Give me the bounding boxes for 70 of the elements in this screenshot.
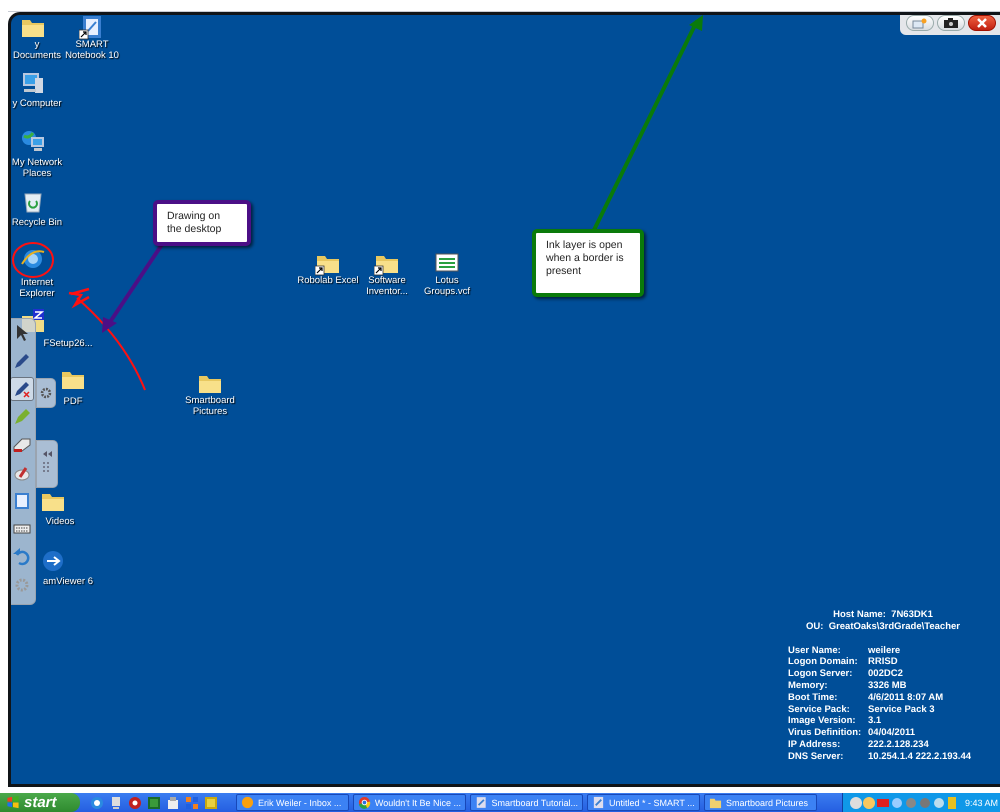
- icon-label[interactable]: Recycle Bin: [11, 217, 63, 228]
- icon-label[interactable]: FSetup26...: [38, 338, 98, 349]
- start-button[interactable]: start: [0, 793, 80, 812]
- settings-button[interactable]: [36, 378, 56, 408]
- info-label: Image Version:: [788, 715, 857, 728]
- mail-icon: [241, 796, 254, 809]
- info-label: Virus Definition:: [788, 727, 862, 739]
- icon-label[interactable]: SMART Notebook 10: [60, 39, 124, 61]
- info-value: RRISD: [868, 656, 899, 668]
- info-value: weilere: [868, 644, 902, 656]
- info-label: DNS Server:: [788, 750, 844, 763]
- host-name: Host Name: 7N63DK1: [832, 609, 934, 621]
- taskbar-button[interactable]: Erik Weiler - Inbox ...: [236, 794, 349, 811]
- browser-icon[interactable]: [90, 796, 104, 810]
- info-label: Logon Server:: [788, 668, 854, 680]
- pen-icon[interactable]: [11, 377, 34, 401]
- info-label: IP Address:: [788, 738, 842, 751]
- folder-icon: [709, 796, 722, 809]
- info-value: Service Pack 3: [868, 704, 936, 716]
- taskbar-button[interactable]: Wouldn't It Be Nice ...: [353, 794, 466, 811]
- browser-icon: [358, 796, 371, 809]
- callout: Drawing on the desktop: [153, 200, 251, 246]
- app-icon[interactable]: [166, 796, 180, 810]
- icon-label[interactable]: Smartboard Pictures: [178, 395, 242, 417]
- icon-label[interactable]: y Documents: [11, 39, 63, 61]
- icon-label[interactable]: Lotus Groups.vcf: [415, 275, 479, 297]
- close-icon: [976, 17, 988, 29]
- notebook-icon: [475, 796, 488, 809]
- info-label: User Name:: [788, 644, 842, 656]
- camera-button[interactable]: [937, 15, 965, 31]
- app-icon[interactable]: [204, 796, 218, 810]
- info-value: 04/04/2011: [868, 727, 916, 739]
- computer-icon[interactable]: [109, 796, 123, 810]
- collapse-toolbar-button[interactable]: [36, 440, 58, 488]
- info-value: 4/6/2011 8:07 AM: [868, 692, 944, 704]
- icon-label[interactable]: My Network Places: [11, 157, 63, 179]
- globe-computer-icon[interactable]: [20, 128, 46, 154]
- camera-icon: [943, 17, 959, 29]
- info-value: 3326 MB: [868, 680, 908, 692]
- window-star-icon: [912, 17, 928, 29]
- clock: 9:43 AM: [964, 798, 998, 808]
- info-label: Logon Domain:: [788, 656, 859, 668]
- info-value: 10.254.1.4 222.2.193.44: [868, 750, 972, 763]
- callout: Ink layer is open when a border is present: [532, 229, 644, 297]
- flag-icon: [6, 796, 20, 809]
- icon-label[interactable]: y Computer: [11, 98, 63, 109]
- info-label: Boot Time:: [788, 692, 838, 704]
- app-icon[interactable]: [40, 548, 66, 574]
- capture-area-button[interactable]: [906, 15, 934, 31]
- organizational-unit: OU: GreatOaks\3rdGrade\Teacher: [805, 620, 961, 633]
- icon-label[interactable]: Internet Explorer: [11, 277, 63, 299]
- taskbar-button[interactable]: Untitled * - SMART ...: [587, 794, 700, 811]
- info-label: Service Pack:: [788, 704, 851, 716]
- icon-label[interactable]: amViewer 6: [38, 576, 98, 587]
- settings-icon: [39, 386, 53, 400]
- info-value: 002DC2: [868, 668, 904, 680]
- computer-icon[interactable]: [20, 70, 46, 96]
- tray-icons-drawing[interactable]: [848, 796, 959, 810]
- ink-circle: [12, 242, 54, 278]
- info-value: 222.2.128.234: [868, 738, 930, 751]
- taskbar-button[interactable]: Smartboard Pictures: [704, 794, 817, 811]
- info-value: 3.1: [868, 715, 882, 728]
- icon-label[interactable]: PDF: [58, 396, 88, 407]
- notebook-icon: [592, 796, 605, 809]
- taskbar-button[interactable]: Smartboard Tutorial...: [470, 794, 583, 811]
- app-icon[interactable]: [128, 796, 142, 810]
- icon-label[interactable]: Videos: [40, 516, 80, 527]
- info-label: Memory:: [788, 680, 829, 692]
- icon-label[interactable]: Robolab Excel: [296, 275, 360, 286]
- close-button[interactable]: [968, 15, 996, 31]
